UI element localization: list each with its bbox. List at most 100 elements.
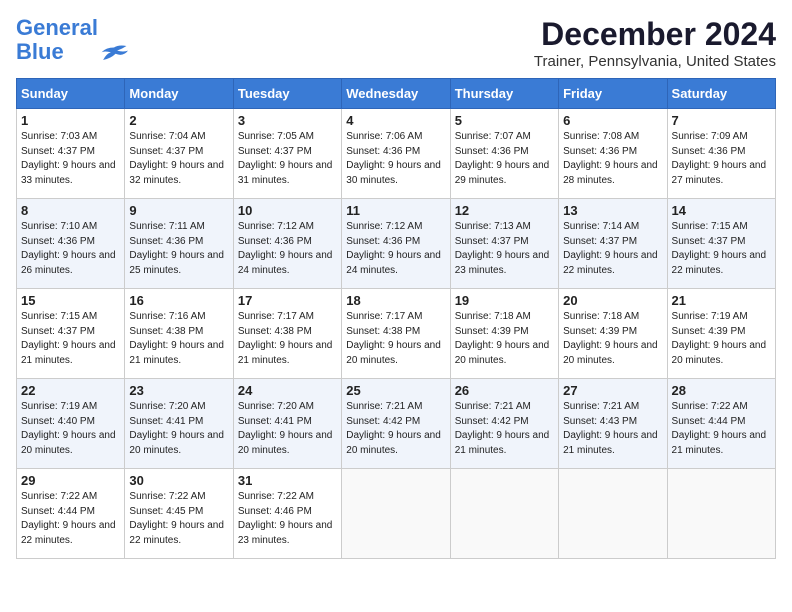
day-number: 2 bbox=[129, 113, 228, 128]
day-number: 7 bbox=[672, 113, 771, 128]
calendar-cell: 28 Sunrise: 7:22 AMSunset: 4:44 PMDayligh… bbox=[667, 379, 775, 469]
day-number: 16 bbox=[129, 293, 228, 308]
calendar-cell: 4 Sunrise: 7:06 AMSunset: 4:36 PMDaylight… bbox=[342, 109, 450, 199]
header-wednesday: Wednesday bbox=[342, 79, 450, 109]
day-number: 31 bbox=[238, 473, 337, 488]
logo: General Blue bbox=[16, 16, 128, 64]
calendar-cell bbox=[667, 469, 775, 559]
header-sunday: Sunday bbox=[17, 79, 125, 109]
calendar-header-row: SundayMondayTuesdayWednesdayThursdayFrid… bbox=[17, 79, 776, 109]
day-info: Sunrise: 7:20 AMSunset: 4:41 PMDaylight:… bbox=[129, 400, 228, 458]
day-number: 23 bbox=[129, 383, 228, 398]
day-number: 24 bbox=[238, 383, 337, 398]
day-info: Sunrise: 7:22 AMSunset: 4:44 PMDaylight:… bbox=[21, 490, 120, 548]
day-info: Sunrise: 7:18 AMSunset: 4:39 PMDaylight:… bbox=[455, 310, 554, 368]
day-info: Sunrise: 7:21 AMSunset: 4:43 PMDaylight:… bbox=[563, 400, 662, 458]
day-info: Sunrise: 7:06 AMSunset: 4:36 PMDaylight:… bbox=[346, 130, 445, 188]
day-number: 29 bbox=[21, 473, 120, 488]
day-info: Sunrise: 7:14 AMSunset: 4:37 PMDaylight:… bbox=[563, 220, 662, 278]
day-info: Sunrise: 7:17 AMSunset: 4:38 PMDaylight:… bbox=[346, 310, 445, 368]
day-number: 14 bbox=[672, 203, 771, 218]
calendar-cell: 6 Sunrise: 7:08 AMSunset: 4:36 PMDaylight… bbox=[559, 109, 667, 199]
day-info: Sunrise: 7:12 AMSunset: 4:36 PMDaylight:… bbox=[238, 220, 337, 278]
calendar-cell: 26 Sunrise: 7:21 AMSunset: 4:42 PMDayligh… bbox=[450, 379, 558, 469]
day-info: Sunrise: 7:10 AMSunset: 4:36 PMDaylight:… bbox=[21, 220, 120, 278]
page-title: December 2024 bbox=[534, 16, 776, 53]
day-info: Sunrise: 7:21 AMSunset: 4:42 PMDaylight:… bbox=[346, 400, 445, 458]
page-subtitle: Trainer, Pennsylvania, United States bbox=[534, 53, 776, 70]
day-info: Sunrise: 7:04 AMSunset: 4:37 PMDaylight:… bbox=[129, 130, 228, 188]
day-info: Sunrise: 7:17 AMSunset: 4:38 PMDaylight:… bbox=[238, 310, 337, 368]
day-number: 8 bbox=[21, 203, 120, 218]
day-info: Sunrise: 7:05 AMSunset: 4:37 PMDaylight:… bbox=[238, 130, 337, 188]
logo-text: General Blue bbox=[16, 16, 98, 64]
day-number: 13 bbox=[563, 203, 662, 218]
header-thursday: Thursday bbox=[450, 79, 558, 109]
calendar-cell: 12Sunrise: 7:13 AMSunset: 4:37 PMDayligh… bbox=[450, 199, 558, 289]
day-number: 21 bbox=[672, 293, 771, 308]
calendar-cell: 11 Sunrise: 7:12 AMSunset: 4:36 PMDayligh… bbox=[342, 199, 450, 289]
calendar-cell bbox=[450, 469, 558, 559]
day-number: 27 bbox=[563, 383, 662, 398]
calendar-week-row: 1 Sunrise: 7:03 AMSunset: 4:37 PMDaylight… bbox=[17, 109, 776, 199]
day-number: 3 bbox=[238, 113, 337, 128]
calendar-cell: 18Sunrise: 7:17 AMSunset: 4:38 PMDayligh… bbox=[342, 289, 450, 379]
logo-bird-icon bbox=[100, 44, 128, 62]
calendar-cell: 15 Sunrise: 7:15 AMSunset: 4:37 PMDayligh… bbox=[17, 289, 125, 379]
day-info: Sunrise: 7:20 AMSunset: 4:41 PMDaylight:… bbox=[238, 400, 337, 458]
logo-line2: Blue bbox=[16, 39, 64, 64]
header-friday: Friday bbox=[559, 79, 667, 109]
day-info: Sunrise: 7:12 AMSunset: 4:36 PMDaylight:… bbox=[346, 220, 445, 278]
day-info: Sunrise: 7:03 AMSunset: 4:37 PMDaylight:… bbox=[21, 130, 120, 188]
day-number: 17 bbox=[238, 293, 337, 308]
day-number: 30 bbox=[129, 473, 228, 488]
calendar-cell: 2 Sunrise: 7:04 AMSunset: 4:37 PMDaylight… bbox=[125, 109, 233, 199]
day-info: Sunrise: 7:19 AMSunset: 4:39 PMDaylight:… bbox=[672, 310, 771, 368]
logo-line1: General bbox=[16, 15, 98, 40]
calendar-cell: 22 Sunrise: 7:19 AMSunset: 4:40 PMDayligh… bbox=[17, 379, 125, 469]
day-number: 26 bbox=[455, 383, 554, 398]
calendar-week-row: 8 Sunrise: 7:10 AMSunset: 4:36 PMDaylight… bbox=[17, 199, 776, 289]
day-info: Sunrise: 7:19 AMSunset: 4:40 PMDaylight:… bbox=[21, 400, 120, 458]
calendar-week-row: 29 Sunrise: 7:22 AMSunset: 4:44 PMDayligh… bbox=[17, 469, 776, 559]
day-number: 15 bbox=[21, 293, 120, 308]
day-info: Sunrise: 7:07 AMSunset: 4:36 PMDaylight:… bbox=[455, 130, 554, 188]
day-info: Sunrise: 7:08 AMSunset: 4:36 PMDaylight:… bbox=[563, 130, 662, 188]
calendar-week-row: 15 Sunrise: 7:15 AMSunset: 4:37 PMDayligh… bbox=[17, 289, 776, 379]
calendar-cell: 27 Sunrise: 7:21 AMSunset: 4:43 PMDayligh… bbox=[559, 379, 667, 469]
day-number: 28 bbox=[672, 383, 771, 398]
day-info: Sunrise: 7:21 AMSunset: 4:42 PMDaylight:… bbox=[455, 400, 554, 458]
calendar-table: SundayMondayTuesdayWednesdayThursdayFrid… bbox=[16, 78, 776, 559]
day-number: 20 bbox=[563, 293, 662, 308]
day-info: Sunrise: 7:15 AMSunset: 4:37 PMDaylight:… bbox=[672, 220, 771, 278]
calendar-cell: 5 Sunrise: 7:07 AMSunset: 4:36 PMDaylight… bbox=[450, 109, 558, 199]
calendar-cell: 21 Sunrise: 7:19 AMSunset: 4:39 PMDayligh… bbox=[667, 289, 775, 379]
day-number: 19 bbox=[455, 293, 554, 308]
day-number: 4 bbox=[346, 113, 445, 128]
calendar-cell bbox=[559, 469, 667, 559]
calendar-cell: 8 Sunrise: 7:10 AMSunset: 4:36 PMDaylight… bbox=[17, 199, 125, 289]
calendar-cell: 16 Sunrise: 7:16 AMSunset: 4:38 PMDayligh… bbox=[125, 289, 233, 379]
day-number: 5 bbox=[455, 113, 554, 128]
header-monday: Monday bbox=[125, 79, 233, 109]
calendar-cell: 19 Sunrise: 7:18 AMSunset: 4:39 PMDayligh… bbox=[450, 289, 558, 379]
calendar-cell bbox=[342, 469, 450, 559]
day-info: Sunrise: 7:13 AMSunset: 4:37 PMDaylight:… bbox=[455, 220, 554, 278]
title-block: December 2024 Trainer, Pennsylvania, Uni… bbox=[534, 16, 776, 70]
day-info: Sunrise: 7:15 AMSunset: 4:37 PMDaylight:… bbox=[21, 310, 120, 368]
day-number: 22 bbox=[21, 383, 120, 398]
day-info: Sunrise: 7:22 AMSunset: 4:46 PMDaylight:… bbox=[238, 490, 337, 548]
day-info: Sunrise: 7:22 AMSunset: 4:44 PMDaylight:… bbox=[672, 400, 771, 458]
calendar-cell: 13 Sunrise: 7:14 AMSunset: 4:37 PMDayligh… bbox=[559, 199, 667, 289]
day-number: 10 bbox=[238, 203, 337, 218]
day-info: Sunrise: 7:18 AMSunset: 4:39 PMDaylight:… bbox=[563, 310, 662, 368]
calendar-cell: 24 Sunrise: 7:20 AMSunset: 4:41 PMDayligh… bbox=[233, 379, 341, 469]
calendar-cell: 25Sunrise: 7:21 AMSunset: 4:42 PMDayligh… bbox=[342, 379, 450, 469]
day-info: Sunrise: 7:11 AMSunset: 4:36 PMDaylight:… bbox=[129, 220, 228, 278]
calendar-cell: 29 Sunrise: 7:22 AMSunset: 4:44 PMDayligh… bbox=[17, 469, 125, 559]
day-number: 6 bbox=[563, 113, 662, 128]
calendar-cell: 9Sunrise: 7:11 AMSunset: 4:36 PMDaylight… bbox=[125, 199, 233, 289]
day-number: 11 bbox=[346, 203, 445, 218]
day-number: 1 bbox=[21, 113, 120, 128]
day-info: Sunrise: 7:16 AMSunset: 4:38 PMDaylight:… bbox=[129, 310, 228, 368]
